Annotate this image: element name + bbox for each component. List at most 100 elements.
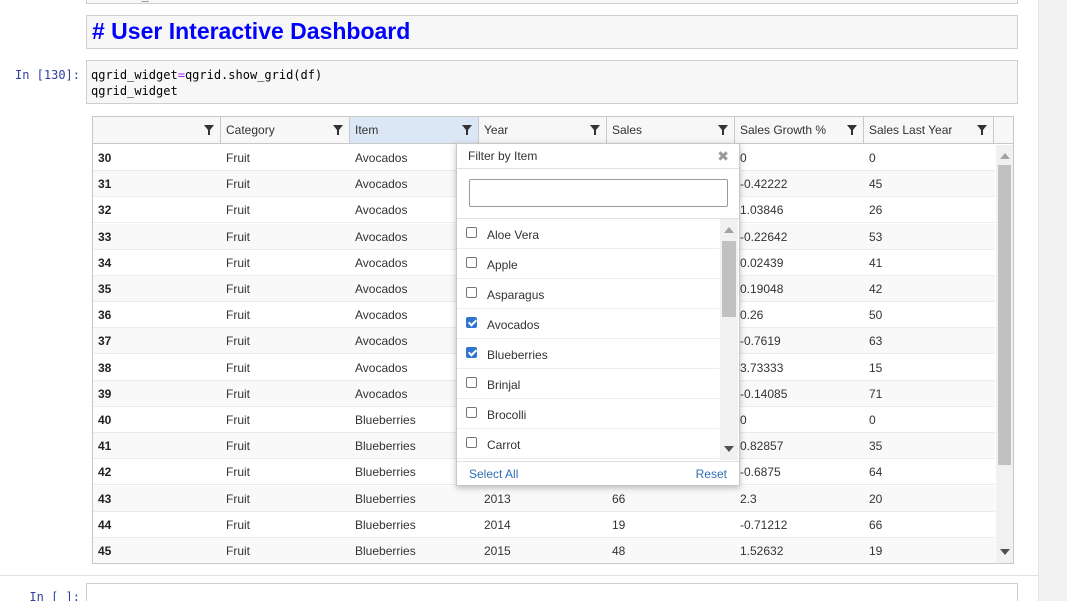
row-index-cell: 45 [98, 544, 112, 558]
table-row[interactable]: 44 Fruit Blueberries 2014 19 -0.71212 66 [93, 512, 995, 538]
column-header-label: Item [355, 123, 379, 137]
filter-option-label: Apple [487, 258, 518, 272]
filter-option[interactable]: Asparagus [457, 279, 719, 309]
filter-icon[interactable] [590, 125, 600, 135]
table-cell: 0.19048 [740, 282, 784, 296]
filter-option[interactable]: Aloe Vera [457, 219, 719, 249]
table-cell: 0 [869, 151, 876, 165]
filter-icon[interactable] [204, 125, 214, 135]
column-header-5[interactable]: Sales Growth % [735, 117, 864, 143]
filter-option-checkbox[interactable] [466, 287, 477, 298]
table-cell: 45 [869, 177, 883, 192]
page-scroll-gutter [1038, 0, 1067, 601]
filter-option[interactable]: Carrot [457, 429, 719, 459]
column-header-0[interactable] [93, 117, 221, 143]
column-header-4[interactable]: Sales [607, 117, 735, 143]
column-header-label: Year [484, 123, 509, 137]
filter-popup: Filter by Item ✖ Aloe Vera Apple Asparagus… [456, 143, 740, 486]
grid-vertical-scrollbar[interactable] [996, 145, 1013, 563]
cell-prompt: In [130]: [14, 68, 80, 82]
table-cell: Fruit [226, 439, 250, 454]
grid-header-row: Category Item Year Sales Sales Growth % Sales… [93, 117, 1013, 144]
table-cell: 1.03846 [740, 203, 784, 218]
column-header-3[interactable]: Year [479, 117, 607, 143]
table-cell: 48 [612, 544, 626, 558]
filter-option-label: Carrot [487, 438, 521, 452]
table-cell: Blueberries [355, 491, 416, 506]
filter-option[interactable]: Brocolli [457, 399, 719, 429]
cell-prompt: In [ ]: [29, 590, 80, 601]
filter-icon[interactable] [462, 125, 472, 135]
column-header-2[interactable]: Item [350, 117, 479, 143]
filter-popup-footer: Select All Reset [457, 461, 739, 485]
table-cell: 2015 [484, 544, 511, 558]
table-cell: 63 [869, 334, 883, 349]
filter-list-scrollbar[interactable] [720, 219, 738, 460]
table-cell: Fruit [226, 229, 250, 244]
table-cell: 35 [869, 439, 883, 454]
filter-option-checkbox[interactable] [466, 347, 477, 358]
select-all-link[interactable]: Select All [469, 467, 518, 481]
scroll-down-arrow-icon[interactable] [724, 446, 734, 452]
grid-scrollbar-thumb[interactable] [998, 165, 1011, 465]
filter-icon[interactable] [718, 125, 728, 135]
filter-icon[interactable] [847, 125, 857, 135]
table-cell: Blueberries [355, 517, 416, 532]
table-cell: -0.42222 [740, 177, 788, 192]
filter-option-checkbox[interactable] [466, 407, 477, 418]
code-token-call: qgrid.show_grid(df) [184, 68, 323, 82]
filter-icon[interactable] [977, 125, 987, 135]
code-cell[interactable]: qgrid_widget=qgrid.show_grid(df) qgrid_w… [86, 60, 1018, 104]
table-cell: -0.14085 [740, 386, 788, 401]
filter-option[interactable]: Apple [457, 249, 719, 279]
column-header-1[interactable]: Category [221, 117, 350, 143]
markdown-cell[interactable]: # User Interactive Dashboard [86, 15, 1018, 49]
table-cell: Fruit [226, 334, 250, 349]
filter-option-checkbox[interactable] [466, 227, 477, 238]
reset-link[interactable]: Reset [696, 467, 727, 481]
code-line-2: qgrid_widget [91, 84, 178, 98]
filter-scrollbar-thumb[interactable] [722, 241, 736, 317]
scroll-up-arrow-icon[interactable] [1000, 153, 1010, 159]
filter-option[interactable]: Brinjal [457, 369, 719, 399]
column-header-6[interactable]: Sales Last Year [864, 117, 994, 143]
filter-option-label: Asparagus [487, 288, 545, 302]
notebook-area: version_info # User Interactive Dashboar… [0, 0, 1038, 601]
table-cell: Fruit [226, 465, 250, 480]
table-cell: 2.3 [740, 491, 757, 506]
table-row[interactable]: 45 Fruit Blueberries 2015 48 1.52632 19 [93, 538, 995, 563]
table-cell: Fruit [226, 282, 250, 296]
table-cell: Fruit [226, 255, 250, 270]
filter-option-checkbox[interactable] [466, 317, 477, 328]
filter-option-label: Avocados [487, 318, 540, 332]
table-cell: 0 [740, 413, 747, 427]
close-icon[interactable]: ✖ [717, 148, 729, 165]
filter-option-checkbox[interactable] [466, 377, 477, 388]
filter-option-checkbox[interactable] [466, 437, 477, 448]
table-cell: 50 [869, 308, 883, 323]
table-cell: 71 [869, 386, 883, 401]
previous-code-cell[interactable]: version_info [86, 0, 1018, 4]
table-cell: Fruit [226, 177, 250, 192]
row-index-cell: 32 [98, 203, 112, 218]
table-cell: -0.7619 [740, 334, 781, 349]
scroll-up-arrow-icon[interactable] [724, 227, 734, 233]
dashboard-heading: # User Interactive Dashboard [92, 18, 411, 44]
table-cell: 2013 [484, 491, 511, 506]
row-index-cell: 34 [98, 255, 112, 270]
column-header-label: Sales Growth % [740, 123, 827, 137]
row-index-cell: 33 [98, 229, 112, 244]
table-cell: 3.73333 [740, 360, 784, 375]
filter-option-checkbox[interactable] [466, 257, 477, 268]
table-cell: Fruit [226, 308, 250, 323]
filter-icon[interactable] [333, 125, 343, 135]
scroll-down-arrow-icon[interactable] [1000, 549, 1010, 555]
table-cell: 0.82857 [740, 439, 784, 454]
filter-search-input[interactable] [469, 179, 728, 207]
filter-option-list: Aloe Vera Apple Asparagus Avocados Blueberri… [457, 219, 719, 460]
filter-option[interactable]: Avocados [457, 309, 719, 339]
empty-code-cell[interactable] [86, 583, 1018, 601]
table-row[interactable]: 43 Fruit Blueberries 2013 66 2.3 20 [93, 485, 995, 512]
filter-option[interactable]: Blueberries [457, 339, 719, 369]
table-cell: Fruit [226, 491, 250, 506]
